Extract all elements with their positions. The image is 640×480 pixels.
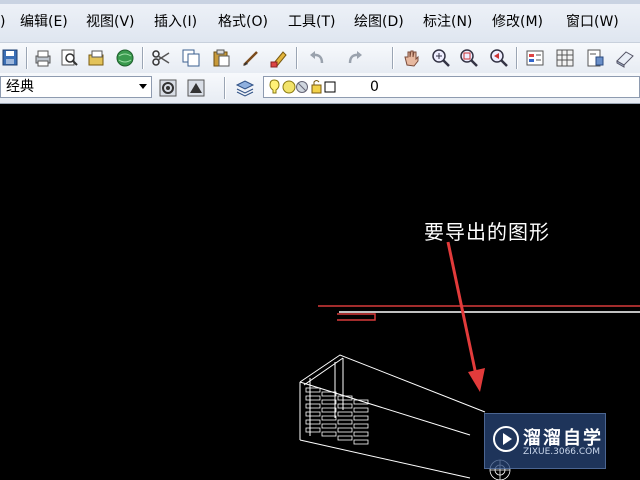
cut-icon[interactable] [150, 47, 172, 69]
copy-icon[interactable] [180, 47, 202, 69]
menu-item-view[interactable]: 视图(V) [86, 12, 135, 32]
menu-item-file-fragment[interactable]: ) [0, 12, 5, 32]
menu-bar: ) 编辑(E) 视图(V) 插入(I) 格式(O) 工具(T) 绘图(D) 标注… [0, 0, 640, 42]
undo-icon[interactable] [306, 47, 328, 69]
vent-grid [305, 387, 369, 445]
sheet-set-icon[interactable] [614, 47, 636, 69]
toolbar-separator [392, 47, 394, 69]
layer-state-icons [269, 79, 336, 94]
layer-dropdown[interactable]: 0 [263, 76, 640, 98]
properties-icon[interactable] [524, 47, 546, 69]
menu-item-tools[interactable]: 工具(T) [288, 12, 335, 32]
annotation-text: 要导出的图形 [424, 220, 550, 244]
menu-item-draw[interactable]: 绘图(D) [354, 12, 404, 32]
chevron-down-icon [139, 84, 147, 89]
pan-icon[interactable] [400, 47, 422, 69]
print-preview-icon[interactable] [58, 47, 80, 69]
publish-icon[interactable] [86, 47, 108, 69]
save-icon[interactable] [0, 47, 22, 69]
watermark-subtitle: ZIXUE.3066.COM [523, 447, 601, 457]
toolbar-separator [142, 47, 144, 69]
menu-item-insert[interactable]: 插入(I) [154, 12, 197, 32]
watermark-badge: 溜溜自学 ZIXUE.3066.COM [484, 413, 606, 469]
zoom-realtime-icon[interactable] [430, 47, 452, 69]
play-logo-icon [493, 426, 519, 452]
workspace-selected-value: 经典 [6, 79, 34, 95]
save-workspace-icon[interactable] [185, 77, 207, 99]
menu-item-window[interactable]: 窗口(W) [566, 12, 619, 32]
annotation-arrow-shaft [446, 241, 478, 376]
globe-icon[interactable] [114, 47, 136, 69]
standard-toolbar [0, 42, 640, 74]
tool-palette-icon[interactable] [584, 47, 606, 69]
workspace-settings-icon[interactable] [157, 77, 179, 99]
zoom-window-icon[interactable] [458, 47, 480, 69]
paste-icon[interactable] [210, 47, 232, 69]
annotation-arrow-head [468, 368, 485, 392]
title-bar-strip [0, 0, 640, 4]
box-3d-outline [299, 354, 486, 479]
redo-icon[interactable] [344, 47, 366, 69]
match-properties-icon[interactable] [268, 47, 290, 69]
workspace-dropdown[interactable]: 经典 [0, 76, 152, 98]
toolbar-separator [26, 47, 28, 69]
print-icon[interactable] [32, 47, 54, 69]
menu-item-dimension[interactable]: 标注(N) [423, 12, 472, 32]
layer-manager-icon[interactable] [234, 77, 256, 99]
drawing-canvas[interactable]: 要导出的图形 溜溜自学 ZIXUE.3066.COM [0, 104, 640, 480]
toolbar-separator [516, 47, 518, 69]
red-bracket-shape [337, 313, 376, 321]
toolbar-separator [296, 47, 298, 69]
menu-item-format[interactable]: 格式(O) [218, 12, 268, 32]
toolbar-separator [224, 77, 226, 99]
design-center-icon[interactable] [554, 47, 576, 69]
workspace-layer-toolbar: 经典 0 [0, 73, 640, 104]
menu-item-modify[interactable]: 修改(M) [492, 12, 543, 32]
brush-icon[interactable] [240, 47, 262, 69]
menu-item-edit[interactable]: 编辑(E) [20, 12, 68, 32]
zoom-previous-icon[interactable] [488, 47, 510, 69]
layer-name-value: 0 [370, 79, 379, 95]
